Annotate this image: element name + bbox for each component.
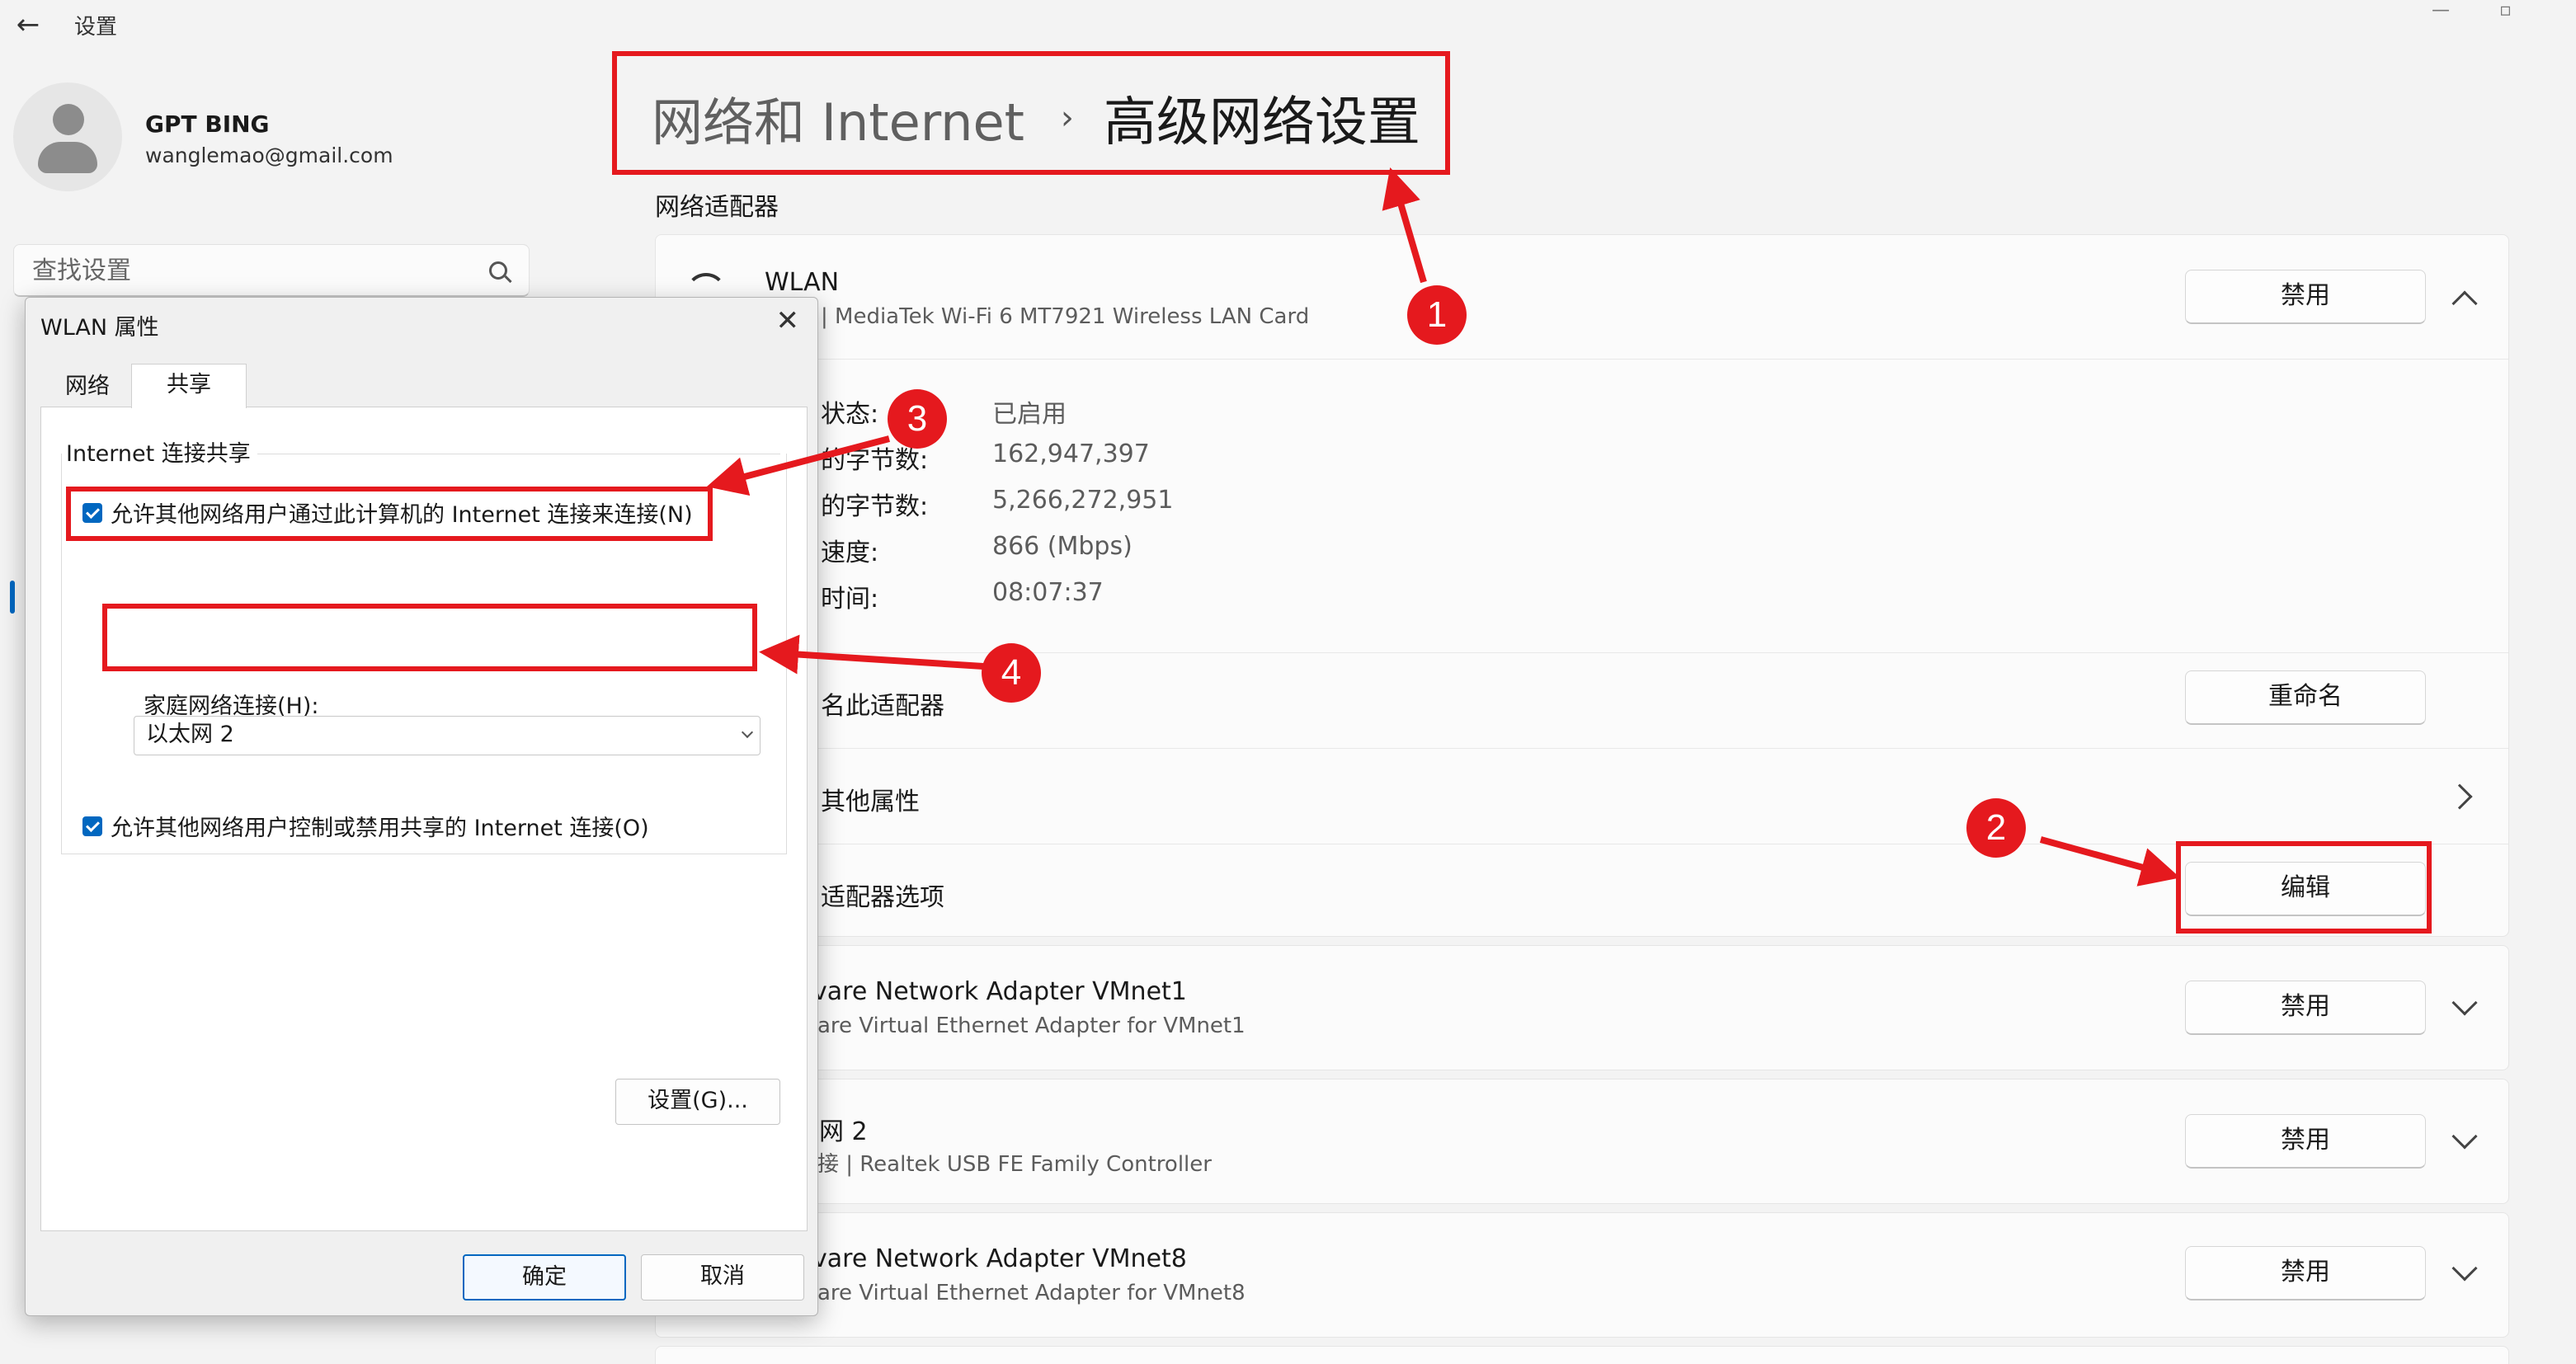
adapter-name: 网 2 [819,1117,868,1146]
wlan-properties-dialog: WLAN 属性 ✕ 网络 共享 Internet 连接共享 允许其他网络用户通过… [25,297,818,1316]
chevron-right-icon[interactable] [2446,783,2473,810]
disable-button-vmnet1[interactable]: 禁用 [2185,981,2426,1035]
chevron-down-icon[interactable] [2451,990,2478,1016]
user-name: GPT BING [145,111,270,138]
dialog-title: WLAN 属性 [40,315,159,341]
adapter-card-wlan: WLAN | MediaTek Wi-Fi 6 MT7921 Wireless … [655,234,2509,937]
prop-value-sent-bytes: 162,947,397 [992,440,1150,468]
rename-button[interactable]: 重命名 [2185,670,2426,725]
settings-button[interactable]: 设置(G)... [615,1079,780,1125]
divider [656,748,2508,749]
minimize-icon[interactable]: — [2432,0,2450,21]
annotation-badge-1: 1 [1407,285,1467,345]
prop-value-speed: 866 (Mbps) [992,532,1133,561]
annotation-badge-2: 2 [1966,798,2026,858]
highlight-box-edit [2176,841,2432,934]
avatar-head-shape [53,104,84,135]
prop-label-status: 状态: [821,400,879,429]
checkbox-checked-icon[interactable] [82,816,102,836]
search-box[interactable] [13,244,530,297]
home-network-select[interactable]: 以太网 2 [134,716,761,755]
adapter-name: WLAN [765,268,840,297]
ok-button[interactable]: 确定 [463,1254,626,1301]
title-bar: ← 设置 — ▫ [0,0,2576,49]
nav-selection-indicator [10,581,15,614]
cancel-button[interactable]: 取消 [641,1254,804,1301]
chevron-up-icon[interactable] [2451,290,2478,317]
highlight-box-breadcrumb [612,51,1450,175]
prop-label-duration: 时间: [821,585,879,614]
adapter-description: | MediaTek Wi-Fi 6 MT7921 Wireless LAN C… [821,304,1310,329]
chevron-down-icon[interactable] [2451,1123,2478,1150]
chevron-down-icon[interactable] [2451,1255,2478,1282]
user-email: wanglemao@gmail.com [145,143,393,167]
adapter-card-partial [655,1346,2509,1364]
disable-button-ethernet2[interactable]: 禁用 [2185,1114,2426,1169]
checkbox-allow-control[interactable]: 允许其他网络用户控制或禁用共享的 Internet 连接(O) [82,810,649,842]
checkbox-label: 允许其他网络用户控制或禁用共享的 Internet 连接(O) [111,816,649,841]
adapter-description: are Virtual Ethernet Adapter for VMnet8 [817,1281,1246,1305]
tab-network[interactable]: 网络 [42,369,133,408]
chevron-down-icon [741,726,754,739]
prop-label-received-bytes: 的字节数: [821,492,929,521]
prop-value-duration: 08:07:37 [992,578,1104,607]
avatar[interactable] [13,82,122,191]
annotation-badge-4: 4 [982,643,1041,703]
adapter-card-vmnet8: vare Network Adapter VMnet8 are Virtual … [655,1212,2509,1338]
search-icon[interactable] [489,261,507,280]
adapter-description: are Virtual Ethernet Adapter for VMnet1 [817,1014,1246,1038]
divider [656,652,2508,653]
section-label-network-adapters: 网络适配器 [655,193,779,222]
rename-adapter-label: 名此适配器 [821,692,944,721]
home-network-value: 以太网 2 [146,722,234,747]
prop-label-speed: 速度: [821,539,879,567]
back-arrow-icon[interactable]: ← [10,7,46,43]
avatar-body-shape [38,142,97,173]
disable-button-vmnet8[interactable]: 禁用 [2185,1246,2426,1301]
prop-value-status: 已启用 [992,400,1067,429]
adapter-name: vare Network Adapter VMnet1 [812,977,1187,1006]
prop-value-received-bytes: 5,266,272,951 [992,486,1174,515]
highlight-box-home-network [102,604,757,671]
adapter-description: 接 | Realtek USB FE Family Controller [817,1152,1212,1177]
close-icon[interactable]: ✕ [776,304,800,337]
maximize-icon[interactable]: ▫ [2499,0,2512,21]
divider [656,359,2508,360]
highlight-box-allow-connect [66,487,713,541]
more-properties-label[interactable]: 其他属性 [821,781,920,817]
app-title: 设置 [74,15,118,40]
adapter-name: vare Network Adapter VMnet8 [812,1244,1187,1273]
group-title-ics: Internet 连接共享 [66,435,257,468]
annotation-badge-3: 3 [888,389,947,449]
search-input[interactable] [32,253,478,288]
tab-sharing[interactable]: 共享 [131,364,247,408]
disable-button-wlan[interactable]: 禁用 [2185,270,2426,324]
adapter-options-label: 适配器选项 [821,883,944,912]
adapter-card-ethernet2: 网 2 接 | Realtek USB FE Family Controller… [655,1079,2509,1204]
adapter-card-vmnet1: vare Network Adapter VMnet1 are Virtual … [655,945,2509,1070]
